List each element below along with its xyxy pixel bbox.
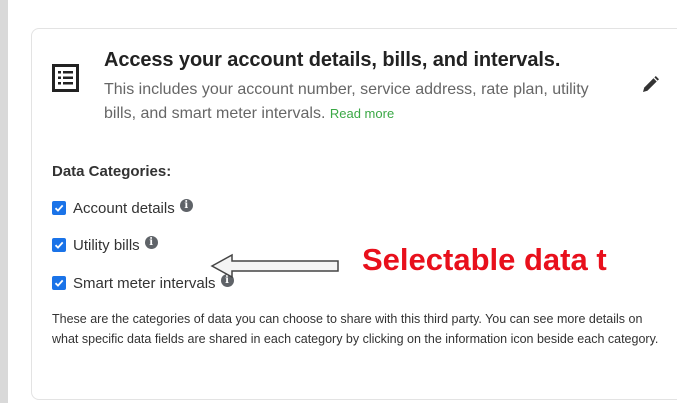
category-utility-bills: Utility bills i (52, 235, 158, 255)
checkmark-icon (54, 204, 64, 212)
pencil-icon[interactable] (640, 75, 660, 95)
checkmark-icon (54, 279, 64, 287)
checkmark-icon (54, 241, 64, 249)
category-smart-meter-intervals: Smart meter intervals i (52, 273, 234, 293)
category-account-details: Account details i (52, 198, 193, 218)
data-categories-heading: Data Categories: (52, 163, 172, 180)
category-label: Account details (73, 199, 175, 217)
account-details-checkbox[interactable] (52, 201, 66, 215)
smart-meter-intervals-checkbox[interactable] (52, 276, 66, 290)
read-more-link[interactable]: Read more (330, 106, 394, 121)
info-icon[interactable]: i (179, 198, 193, 212)
categories-explanation: These are the categories of data you can… (52, 312, 659, 346)
utility-bills-checkbox[interactable] (52, 238, 66, 252)
page-left-border (0, 0, 8, 403)
info-icon[interactable]: i (144, 235, 158, 249)
annotation-arrow-icon (210, 253, 339, 279)
category-label: Utility bills (73, 236, 140, 254)
annotation-label: Selectable data t (362, 242, 607, 277)
card-description: This includes your account number, servi… (104, 78, 614, 126)
document-list-icon (52, 64, 79, 92)
card-title: Access your account details, bills, and … (104, 49, 561, 71)
category-label: Smart meter intervals (73, 274, 216, 292)
